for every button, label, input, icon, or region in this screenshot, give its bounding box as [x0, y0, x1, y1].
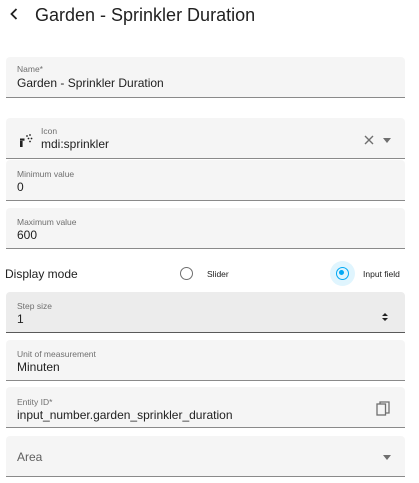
area-label: Area [17, 450, 43, 464]
unit-of-measurement-field[interactable]: Unit of measurement Minuten [6, 340, 405, 381]
step-size-field[interactable]: Step size 1 [6, 292, 405, 333]
chevron-down-icon[interactable] [383, 455, 391, 460]
radio-input-field-label: Input field [363, 269, 400, 279]
page-title: Garden - Sprinkler Duration [35, 5, 256, 25]
stepper-arrows-icon[interactable] [381, 312, 389, 322]
entity-id-label: Entity ID* [17, 397, 53, 407]
minimum-value-input: 0 [17, 180, 24, 194]
step-size-label: Step size [17, 301, 52, 311]
unit-of-measurement-input: Minuten [17, 360, 60, 374]
area-field[interactable]: Area [6, 436, 405, 477]
back-arrow-icon[interactable] [4, 4, 24, 24]
maximum-value-input: 600 [17, 228, 38, 242]
entity-id-suffix: garden_sprinkler_duration [93, 408, 233, 422]
unit-of-measurement-label: Unit of measurement [17, 349, 96, 359]
radio-input-field[interactable] [336, 267, 349, 280]
chevron-down-icon[interactable] [383, 138, 391, 143]
entity-id-prefix: input_number. [17, 408, 94, 422]
maximum-value-label: Maximum value [17, 217, 77, 227]
minimum-value-label: Minimum value [17, 169, 75, 179]
entity-id-field[interactable]: Entity ID* input_number.garden_sprinkler… [6, 387, 405, 428]
display-mode-label: Display mode [5, 267, 78, 281]
icon-field-value: mdi:sprinkler [41, 137, 110, 151]
entity-id-value: input_number.garden_sprinkler_duration [17, 408, 233, 422]
maximum-value-field[interactable]: Maximum value 600 [6, 208, 405, 249]
name-field-value: Garden - Sprinkler Duration [17, 76, 164, 90]
minimum-value-field[interactable]: Minimum value 0 [6, 160, 405, 201]
header: Garden - Sprinkler Duration [0, 0, 419, 32]
clear-icon[interactable] [363, 134, 375, 146]
copy-icon[interactable] [376, 401, 390, 417]
radio-slider[interactable] [180, 267, 193, 280]
icon-picker-field[interactable]: Icon mdi:sprinkler [6, 118, 405, 159]
icon-field-label: Icon [41, 126, 58, 136]
radio-slider-label: Slider [207, 269, 229, 279]
name-field-label: Name* [17, 64, 43, 74]
step-size-input: 1 [17, 312, 24, 326]
sprinkler-icon [20, 134, 33, 147]
name-field[interactable]: Name* Garden - Sprinkler Duration [6, 57, 405, 98]
